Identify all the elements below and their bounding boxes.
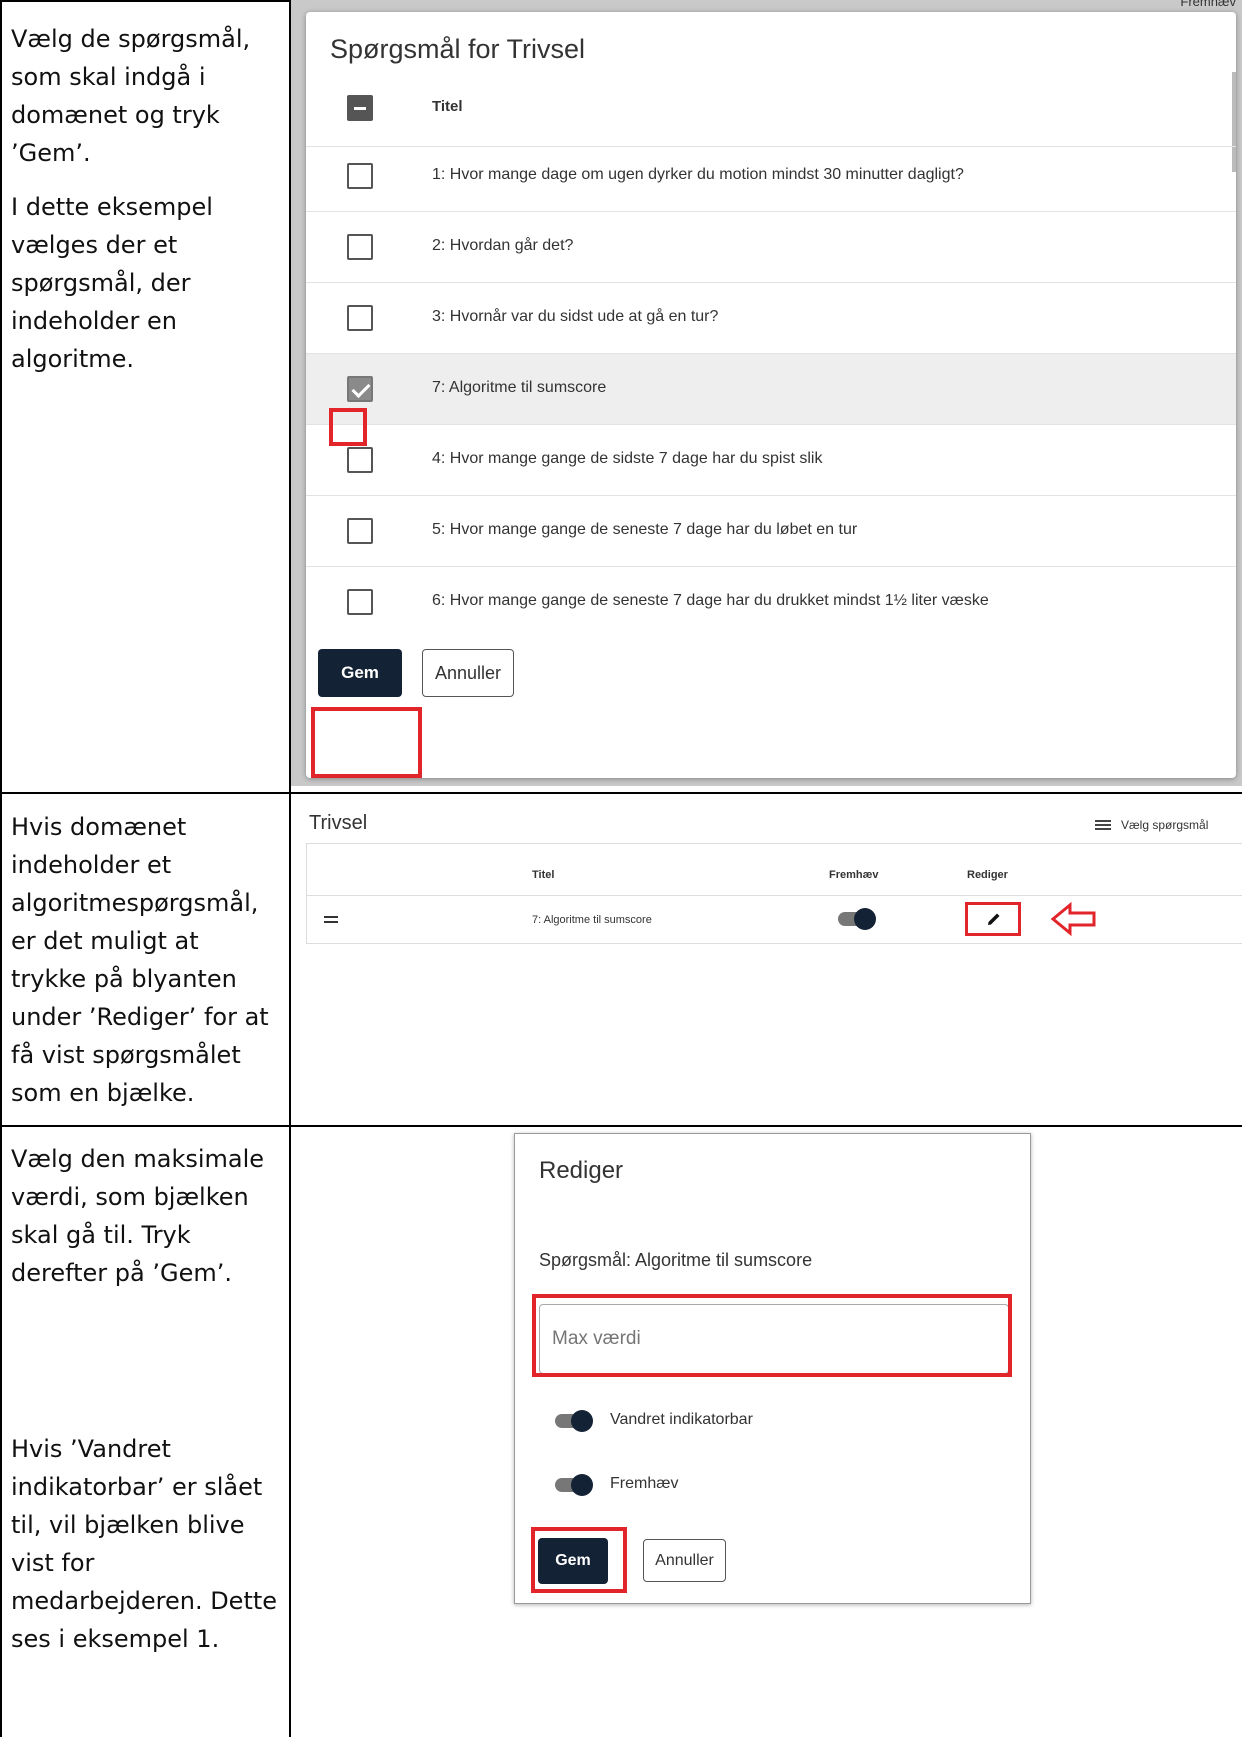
highlight-selected-checkbox xyxy=(329,408,367,446)
horizontal-indicator-label: Vandret indikatorbar xyxy=(610,1411,753,1428)
question-checkbox[interactable] xyxy=(347,163,373,189)
highlight-toggle[interactable] xyxy=(555,1474,595,1496)
table-border-left xyxy=(0,0,2,1737)
domain-questions-table xyxy=(306,843,1242,943)
arrow-left-icon xyxy=(1050,902,1096,936)
question-checkbox[interactable] xyxy=(347,234,373,260)
row3-instructions-1: Vælg den maksimale værdi, som bjælken sk… xyxy=(11,1140,281,1308)
table-top-line xyxy=(306,843,1242,844)
row1-text-2: I dette eksempel vælges der et spørgsmål… xyxy=(11,193,213,373)
question-checkbox[interactable] xyxy=(347,447,373,473)
question-label: 4: Hvor mange gange de sidste 7 dage har… xyxy=(432,450,823,467)
highlight-toggle[interactable] xyxy=(838,908,878,930)
row2-instructions: Hvis domænet indeholder et algoritmespør… xyxy=(11,808,281,1128)
question-label: 2: Hvordan går det? xyxy=(432,237,574,254)
table-header-row: Titel xyxy=(306,69,1236,147)
highlight-max-value xyxy=(532,1294,1012,1377)
column-title: Titel xyxy=(532,869,555,881)
edit-dialog-title: Rediger xyxy=(539,1157,624,1184)
row1-instructions: Vælg de spørgsmål, som skal indgå i domæ… xyxy=(11,20,281,394)
save-button[interactable]: Gem xyxy=(318,649,402,697)
toggle-knob xyxy=(571,1474,593,1496)
question-row[interactable]: 1: Hvor mange dage om ugen dyrker du mot… xyxy=(306,141,1236,212)
drag-handle-icon[interactable] xyxy=(324,916,338,923)
question-checkbox-checked[interactable] xyxy=(347,376,373,402)
question-label: 7: Algoritme til sumscore xyxy=(432,379,607,396)
horizontal-indicator-toggle[interactable] xyxy=(555,1410,595,1432)
table-row-divider-1 xyxy=(0,792,1242,794)
choose-questions-button[interactable]: Vælg spørgsmål xyxy=(1095,818,1208,832)
dialog-title: Spørgsmål for Trivsel xyxy=(330,34,586,64)
question-label: 1: Hvor mange dage om ugen dyrker du mot… xyxy=(432,166,964,183)
choose-questions-label: Vælg spørgsmål xyxy=(1121,818,1209,832)
question-label: 3: Hvornår var du sidst ude at gå en tur… xyxy=(432,308,719,325)
question-row[interactable]: 6: Hvor mange gange de seneste 7 dage ha… xyxy=(306,567,1236,638)
question-label: 6: Hvor mange gange de seneste 7 dage ha… xyxy=(432,592,989,609)
domain-title: Trivsel xyxy=(309,812,368,834)
row3-instructions-2: Hvis ’Vandret indikatorbar’ er slået til… xyxy=(11,1430,281,1674)
question-row[interactable]: 4: Hvor mange gange de sidste 7 dage har… xyxy=(306,425,1236,496)
highlight-save-button-edit xyxy=(531,1527,627,1593)
row3-text-2: Hvis ’Vandret indikatorbar’ er slået til… xyxy=(11,1435,278,1653)
toggle-knob xyxy=(571,1410,593,1432)
highlight-save-button xyxy=(311,707,422,778)
row3-text-1: Vælg den maksimale værdi, som bjælken sk… xyxy=(11,1145,265,1287)
cancel-button[interactable]: Annuller xyxy=(422,649,514,697)
row2-text: Hvis domænet indeholder et algoritmespør… xyxy=(11,813,269,1107)
row1-text-1: Vælg de spørgsmål, som skal indgå i domæ… xyxy=(11,25,251,167)
question-row[interactable]: 5: Hvor mange gange de seneste 7 dage ha… xyxy=(306,496,1236,567)
question-row-selected[interactable]: 7: Algoritme til sumscore xyxy=(306,354,1236,425)
question-checkbox[interactable] xyxy=(347,305,373,331)
highlight-label: Fremhæv xyxy=(610,1475,679,1492)
question-label: 5: Hvor mange gange de seneste 7 dage ha… xyxy=(432,521,858,538)
question-row[interactable]: 2: Hvordan går det? xyxy=(306,212,1236,283)
table-header-line xyxy=(306,895,1242,896)
select-all-checkbox[interactable] xyxy=(347,95,373,121)
domain-question-title: 7: Algoritme til sumscore xyxy=(532,914,652,926)
cancel-button[interactable]: Annuller xyxy=(643,1539,726,1582)
question-checkbox[interactable] xyxy=(347,589,373,615)
edit-question-label: Spørgsmål: Algoritme til sumscore xyxy=(539,1250,813,1270)
table-border-top xyxy=(0,0,291,2)
highlight-edit-pencil xyxy=(965,902,1021,936)
question-select-dialog: Spørgsmål for Trivsel Titel 1: Hvor mang… xyxy=(306,12,1236,778)
background-column-label: Fremhæv xyxy=(1180,0,1236,9)
toggle-knob xyxy=(854,908,876,930)
list-icon xyxy=(1095,819,1111,831)
column-highlight: Fremhæv xyxy=(829,869,879,881)
question-row[interactable]: 3: Hvornår var du sidst ude at gå en tur… xyxy=(306,283,1236,354)
table-bottom-line xyxy=(306,943,1242,944)
question-checkbox[interactable] xyxy=(347,518,373,544)
column-header-title: Titel xyxy=(432,98,463,115)
column-edit: Rediger xyxy=(967,869,1008,881)
